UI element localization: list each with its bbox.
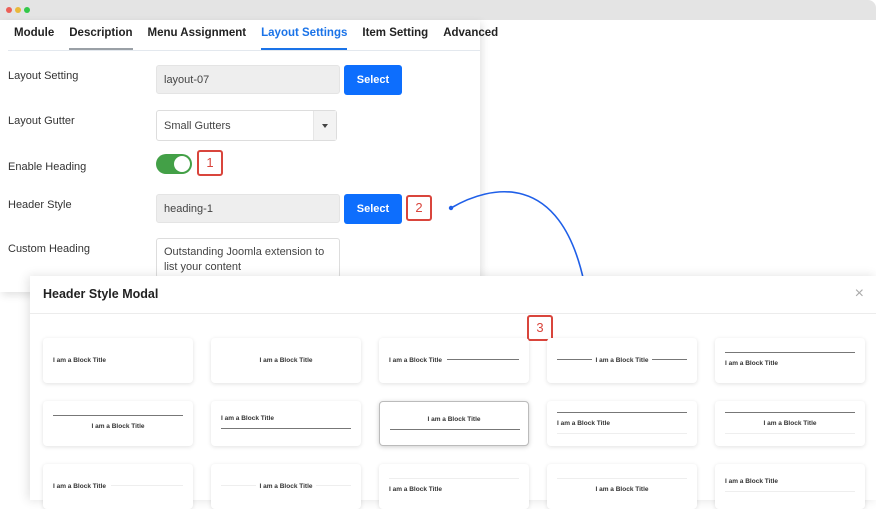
card-block-title: I am a Block Title: [725, 478, 778, 485]
header-style-card[interactable]: I am a Block Title: [715, 338, 865, 383]
close-icon[interactable]: ×: [855, 285, 864, 303]
card-block-title: I am a Block Title: [53, 357, 106, 364]
header-style-card[interactable]: I am a Block Title: [211, 401, 361, 446]
header-style-card[interactable]: I am a Block Title: [547, 338, 697, 383]
layout-setting-label: Layout Setting: [8, 70, 79, 82]
layout-setting-field[interactable]: layout-07: [156, 65, 340, 94]
tab-module[interactable]: Module: [8, 20, 60, 49]
header-style-card[interactable]: I am a Block Title: [379, 464, 529, 509]
layout-gutter-value: Small Gutters: [164, 120, 231, 132]
annotation-badge-3: 3: [527, 315, 553, 341]
close-window-icon[interactable]: [6, 7, 12, 13]
modal-title: Header Style Modal: [43, 287, 159, 301]
header-style-card[interactable]: I am a Block Title: [211, 464, 361, 509]
card-block-title: I am a Block Title: [91, 423, 145, 430]
chevron-down-icon[interactable]: [313, 111, 336, 140]
tab-menu-assignment[interactable]: Menu Assignment: [142, 20, 253, 49]
card-divider-line: [111, 485, 183, 486]
enable-heading-toggle[interactable]: [156, 154, 192, 174]
modal-header: Header Style Modal ×: [30, 276, 876, 314]
tab-bar: Module Description Menu Assignment Layou…: [8, 20, 498, 51]
tab-advanced[interactable]: Advanced: [437, 20, 504, 49]
card-divider-line: [725, 352, 855, 353]
header-style-card[interactable]: I am a Block Title: [715, 401, 865, 446]
card-divider-line: [725, 412, 855, 413]
card-block-title: I am a Block Title: [763, 420, 817, 427]
card-block-title: I am a Block Title: [427, 416, 481, 423]
card-divider-line: [389, 478, 519, 479]
card-divider-line: [316, 485, 351, 486]
header-style-card[interactable]: I am a Block Title: [715, 464, 865, 509]
toggle-knob: [174, 156, 190, 172]
window-titlebar: [0, 0, 876, 20]
card-block-title: I am a Block Title: [53, 483, 106, 490]
card-block-title: I am a Block Title: [389, 357, 442, 364]
card-divider-line: [390, 429, 520, 430]
header-style-label: Header Style: [8, 199, 72, 211]
header-style-card[interactable]: I am a Block Title: [547, 464, 697, 509]
card-divider-line: [53, 415, 183, 416]
header-style-select-button[interactable]: Select: [344, 194, 402, 224]
card-block-title: I am a Block Title: [221, 415, 274, 422]
card-block-title: I am a Block Title: [725, 360, 778, 367]
card-divider-line: [447, 359, 519, 360]
header-style-card[interactable]: I am a Block Title: [43, 401, 193, 446]
minimize-window-icon[interactable]: [15, 7, 21, 13]
card-divider-line: [652, 359, 687, 360]
maximize-window-icon[interactable]: [24, 7, 30, 13]
header-style-card[interactable]: I am a Block Title: [211, 338, 361, 383]
card-block-title: I am a Block Title: [595, 486, 649, 493]
custom-heading-label: Custom Heading: [8, 243, 90, 255]
card-divider-line: [725, 491, 855, 492]
layout-gutter-label: Layout Gutter: [8, 115, 75, 127]
card-divider-line: [557, 412, 687, 413]
settings-panel: Module Description Menu Assignment Layou…: [0, 20, 498, 292]
card-block-title: I am a Block Title: [389, 486, 442, 493]
tab-item-setting[interactable]: Item Setting: [356, 20, 434, 49]
enable-heading-label: Enable Heading: [8, 161, 87, 173]
card-divider-line: [557, 433, 687, 434]
tab-layout-settings[interactable]: Layout Settings: [255, 20, 353, 50]
card-divider-line: [725, 433, 855, 434]
header-style-card[interactable]: I am a Block Title: [43, 338, 193, 383]
layout-gutter-select[interactable]: Small Gutters: [156, 110, 337, 141]
annotation-badge-1: 1: [197, 150, 223, 176]
header-style-card[interactable]: I am a Block Title: [379, 338, 529, 383]
card-block-title: I am a Block Title: [259, 357, 313, 364]
card-divider-line: [557, 478, 687, 479]
card-divider-line: [221, 428, 351, 429]
header-style-field[interactable]: heading-1: [156, 194, 340, 223]
custom-heading-textarea[interactable]: Outstanding Joomla extension to list you…: [156, 238, 340, 278]
layout-select-button[interactable]: Select: [344, 65, 402, 95]
tab-description[interactable]: Description: [63, 20, 138, 50]
header-style-modal: Header Style Modal × 3 I am a Block Titl…: [30, 276, 876, 509]
card-block-title: I am a Block Title: [557, 420, 610, 427]
header-style-card[interactable]: I am a Block Title: [43, 464, 193, 509]
annotation-badge-2: 2: [406, 195, 432, 221]
header-style-card[interactable]: I am a Block Title: [379, 401, 529, 446]
header-style-card[interactable]: I am a Block Title: [547, 401, 697, 446]
